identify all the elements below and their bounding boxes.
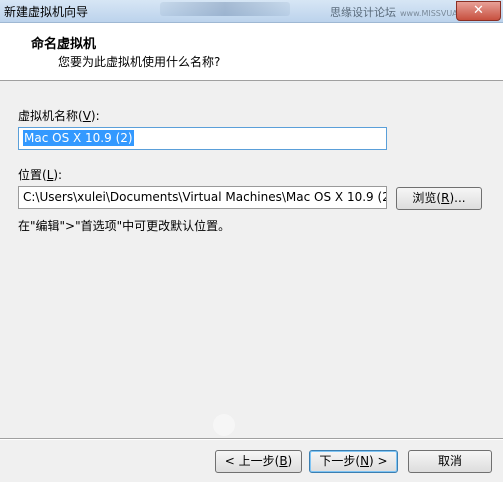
location-value: C:\Users\xulei\Documents\Virtual Machine… — [23, 190, 387, 204]
watermark-text: 思缘设计论坛 — [330, 6, 396, 19]
blurred-title-region — [160, 2, 290, 16]
next-button-suffix: ) > — [369, 454, 388, 468]
cancel-button[interactable]: 取消 — [408, 450, 492, 473]
watermark-logo — [213, 414, 235, 436]
footer-divider — [0, 438, 503, 440]
close-button[interactable]: ✕ — [456, 1, 501, 21]
vm-name-value: Mac OS X 10.9 (2) — [23, 130, 134, 146]
vm-name-label-prefix: 虚拟机名称( — [18, 109, 83, 123]
location-input[interactable]: C:\Users\xulei\Documents\Virtual Machine… — [18, 186, 387, 209]
vm-name-label-key: V — [82, 109, 91, 123]
next-button-prefix: 下一步( — [319, 454, 361, 468]
location-label-prefix: 位置( — [18, 168, 47, 182]
default-location-hint: 在"编辑">"首选项"中可更改默认位置。 — [18, 219, 231, 233]
vm-name-label-suffix: ): — [90, 109, 100, 123]
browse-button-prefix: 浏览( — [412, 191, 442, 205]
location-label-suffix: ): — [53, 168, 63, 182]
vm-name-label: 虚拟机名称(V): — [18, 107, 100, 124]
next-button-key: N — [360, 454, 370, 468]
window-title: 新建虚拟机向导 — [4, 5, 89, 19]
vm-name-input[interactable]: Mac OS X 10.9 (2) — [18, 127, 387, 150]
title-bar[interactable]: 新建虚拟机向导 思缘设计论坛 www.MISSVUAN.COM ✕ — [0, 0, 503, 23]
back-button-prefix: < 上一步( — [224, 454, 280, 468]
browse-button[interactable]: 浏览(R)... — [396, 187, 482, 210]
next-button[interactable]: 下一步(N) > — [309, 450, 398, 473]
browse-button-suffix: )... — [449, 191, 466, 205]
new-vm-wizard-window: 新建虚拟机向导 思缘设计论坛 www.MISSVUAN.COM ✕ 命名虚拟机 您… — [0, 0, 503, 482]
back-button-suffix: ) — [287, 454, 293, 468]
wizard-header: 命名虚拟机 您要为此虚拟机使用什么名称? — [0, 23, 503, 81]
page-subtitle: 您要为此虚拟机使用什么名称? — [58, 55, 221, 69]
page-title: 命名虚拟机 — [31, 37, 97, 52]
location-label: 位置(L): — [18, 166, 62, 183]
back-button-key: B — [279, 454, 288, 468]
back-button[interactable]: < 上一步(B) — [215, 450, 302, 473]
